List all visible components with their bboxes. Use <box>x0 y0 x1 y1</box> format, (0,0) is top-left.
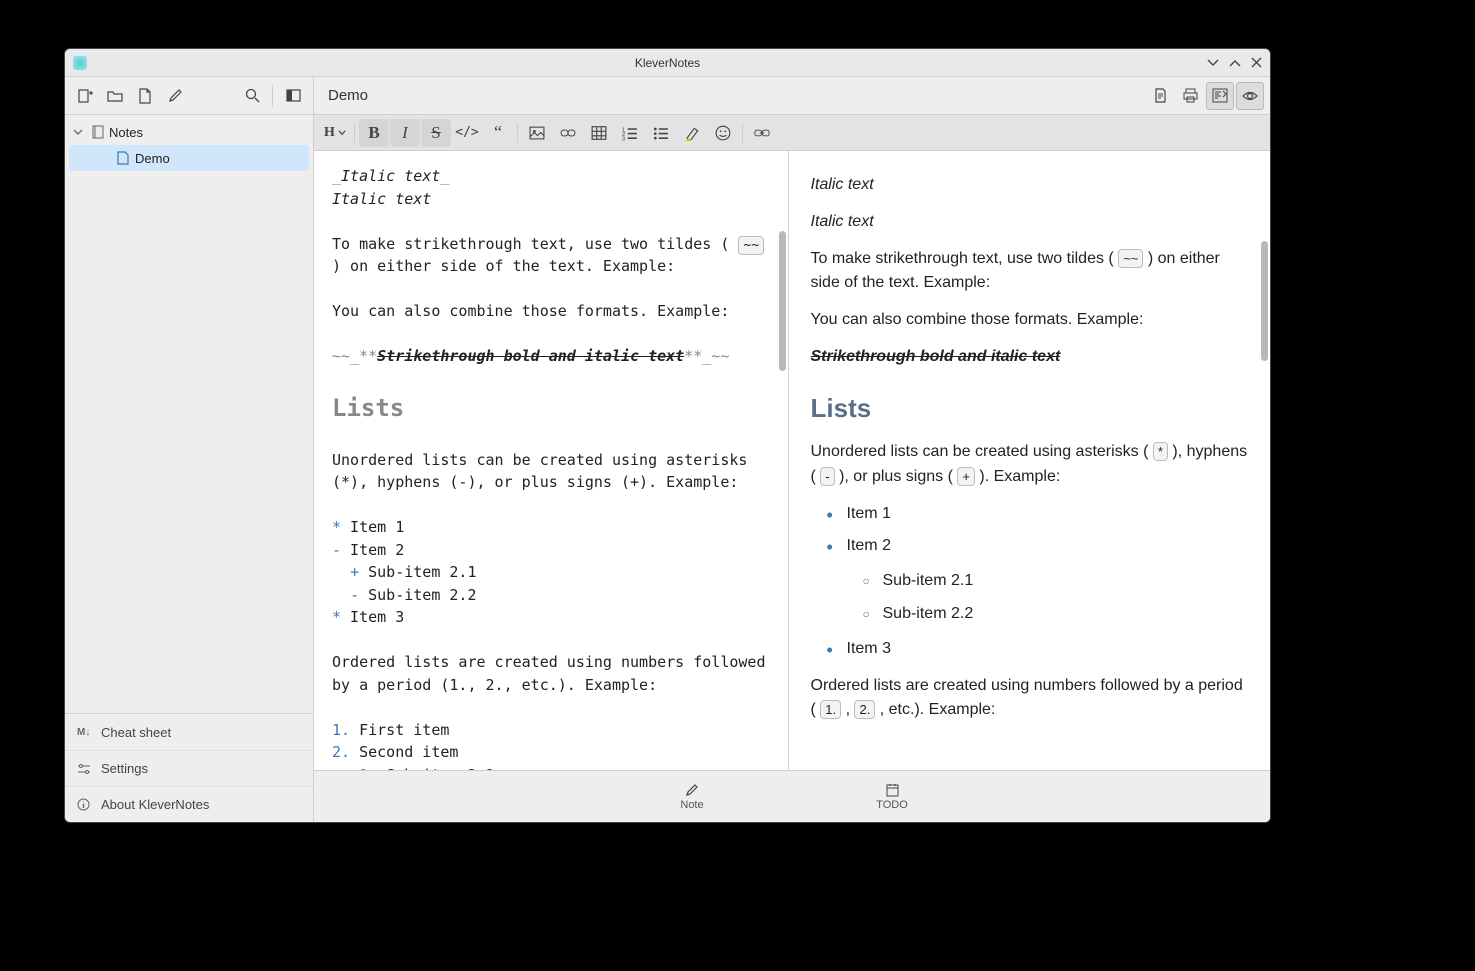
pencil-icon <box>685 783 699 797</box>
heading-button[interactable]: H <box>320 119 350 147</box>
main-area: H B I S </> “ 12 <box>314 115 1270 822</box>
close-button[interactable] <box>1251 57 1262 69</box>
note-icon <box>115 151 131 165</box>
bottom-tabs: Note TODO <box>314 770 1270 822</box>
settings-icon <box>77 763 93 775</box>
list-item: Sub-item 2.1 <box>869 569 1249 594</box>
tab-todo[interactable]: TODO <box>792 771 992 822</box>
note-tree[interactable]: Notes Demo <box>65 115 313 713</box>
editor-view-button[interactable] <box>1206 82 1234 110</box>
settings-button[interactable]: Settings <box>65 750 313 786</box>
note-title: Demo <box>314 87 1140 104</box>
app-window: KleverNotes <box>64 48 1271 823</box>
strikethrough-button[interactable]: S <box>421 119 451 147</box>
app-icon <box>73 56 87 70</box>
svg-text:3: 3 <box>622 136 625 141</box>
ordered-list-button[interactable]: 123 <box>615 119 645 147</box>
new-note-button[interactable] <box>131 82 159 110</box>
preview-view-button[interactable] <box>1236 82 1264 110</box>
quote-button[interactable]: “ <box>483 119 513 147</box>
markdown-icon: M↓ <box>77 727 93 738</box>
tree-root-notes[interactable]: Notes <box>65 119 313 145</box>
new-notebook-button[interactable] <box>71 82 99 110</box>
list-item: Item 1 <box>833 502 1249 527</box>
link-button[interactable] <box>553 119 583 147</box>
calendar-icon <box>886 783 899 797</box>
list-item: Item 2 Sub-item 2.1 Sub-item 2.2 <box>833 534 1249 626</box>
tree-label: Notes <box>109 125 143 140</box>
window-title: KleverNotes <box>65 56 1270 70</box>
emoji-button[interactable] <box>708 119 738 147</box>
list-item: Item 3 <box>833 637 1249 662</box>
heading-lists: Lists <box>811 388 1249 428</box>
scrollbar[interactable] <box>779 231 786 371</box>
sidebar-bottom: M↓ Cheat sheet Settings About KleverNote… <box>65 713 313 822</box>
about-button[interactable]: About KleverNotes <box>65 786 313 822</box>
list-item: Sub-item 2.2 <box>869 602 1249 627</box>
unordered-list-button[interactable] <box>646 119 676 147</box>
chevron-down-icon[interactable] <box>73 127 85 137</box>
format-toolbar: H B I S </> “ 12 <box>314 115 1270 151</box>
preview-pane[interactable]: Italic text Italic text To make striketh… <box>789 151 1271 770</box>
titlebar: KleverNotes <box>65 49 1270 77</box>
new-folder-button[interactable] <box>101 82 129 110</box>
print-button[interactable] <box>1176 82 1204 110</box>
table-button[interactable] <box>584 119 614 147</box>
highlight-button[interactable] <box>677 119 707 147</box>
minimize-button[interactable] <box>1207 57 1219 69</box>
info-icon <box>77 798 93 811</box>
bold-button[interactable]: B <box>359 119 389 147</box>
notebook-icon <box>89 125 105 139</box>
note-link-button[interactable] <box>747 119 777 147</box>
export-pdf-button[interactable] <box>1146 82 1174 110</box>
chevron-down-icon <box>338 125 346 141</box>
preview-unordered-list: Item 1 Item 2 Sub-item 2.1 Sub-item 2.2 … <box>833 502 1249 662</box>
tree-label: Demo <box>135 151 170 166</box>
cheat-sheet-button[interactable]: M↓ Cheat sheet <box>65 714 313 750</box>
sidebar: Notes Demo M↓ Cheat sheet <box>65 115 314 822</box>
search-button[interactable] <box>238 82 266 110</box>
maximize-button[interactable] <box>1229 57 1241 69</box>
image-button[interactable] <box>522 119 552 147</box>
code-button[interactable]: </> <box>452 119 482 147</box>
italic-button[interactable]: I <box>390 119 420 147</box>
tab-note[interactable]: Note <box>592 771 792 822</box>
editor-pane[interactable]: _Italic text_ Italic text To make strike… <box>314 151 788 770</box>
scrollbar[interactable] <box>1261 241 1268 361</box>
window-controls <box>1207 57 1262 69</box>
edit-button[interactable] <box>161 82 189 110</box>
main-toolbar: Demo <box>65 77 1270 115</box>
collapse-sidebar-button[interactable] <box>279 82 307 110</box>
tree-item-demo[interactable]: Demo <box>69 145 309 171</box>
